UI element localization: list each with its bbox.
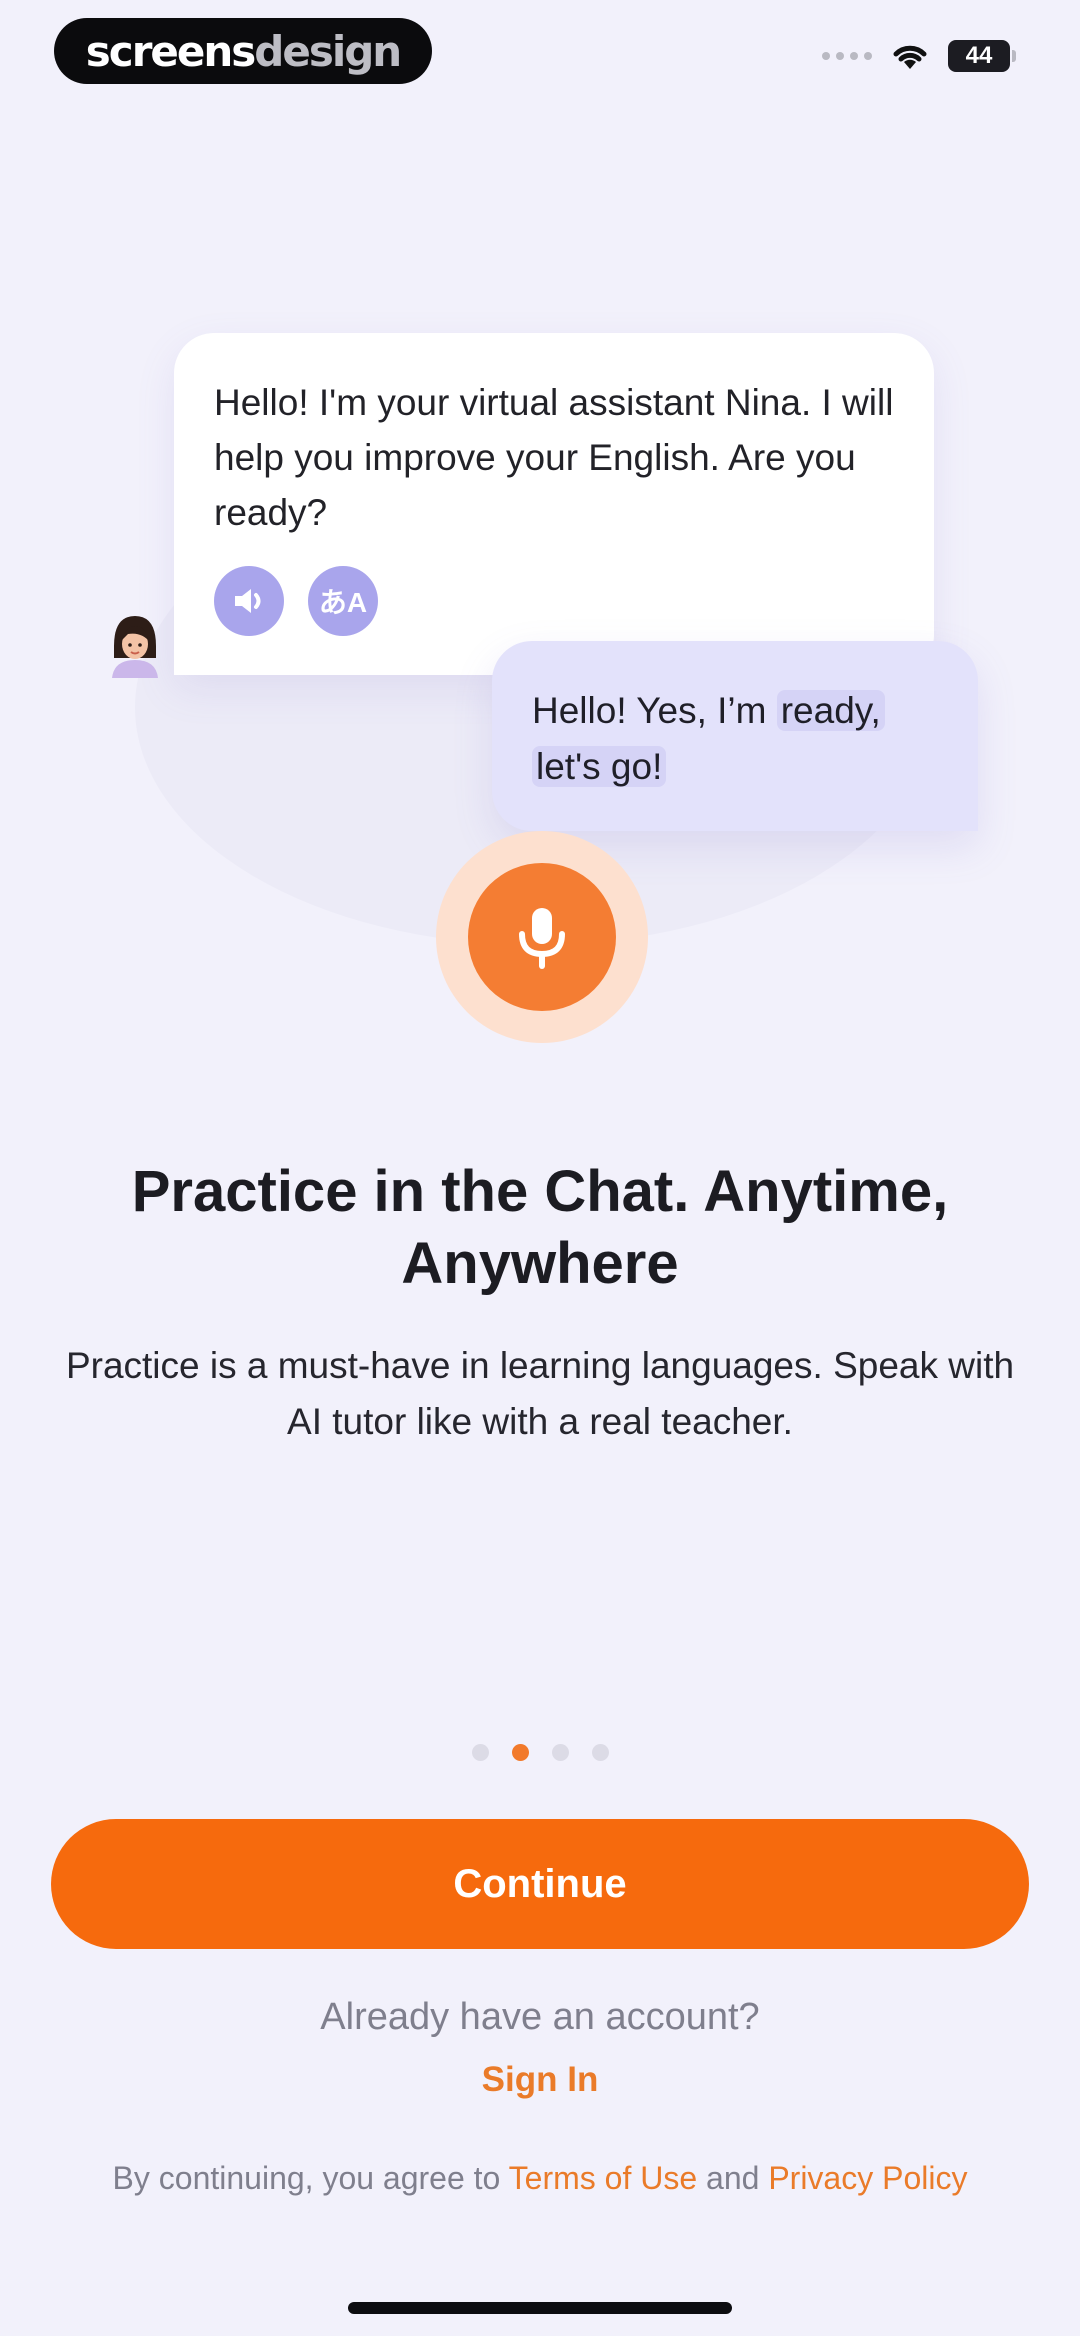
battery-level: 44	[965, 42, 993, 69]
microphone-icon	[519, 908, 565, 969]
page-dot-2-active[interactable]	[511, 1744, 529, 1761]
user-message-bubble: Hello! Yes, I’m ready, let's go!	[492, 641, 978, 831]
watermark-dim: design	[254, 26, 402, 76]
assistant-message-bubble: Hello! I'm your virtual assistant Nina. …	[174, 333, 934, 675]
assistant-message-actions: あA	[214, 566, 894, 636]
user-message-text: Hello! Yes, I’m ready, let's go!	[532, 683, 948, 795]
page-title: Practice in the Chat. Anytime, Anywhere	[131, 1159, 949, 1296]
page-dot-1[interactable]	[471, 1744, 489, 1761]
screensdesign-watermark: screens design	[54, 18, 432, 84]
page-dot-4[interactable]	[591, 1744, 609, 1761]
speaker-icon	[235, 589, 261, 613]
account-question: Already have an account?	[320, 1996, 760, 2038]
user-message-start: Hello! Yes, I’m	[532, 690, 777, 731]
continue-button[interactable]: Continue	[51, 1819, 1029, 1949]
signal-dots-icon	[822, 52, 872, 60]
status-bar-right: 44	[822, 40, 1016, 72]
microphone-button[interactable]	[468, 863, 616, 1011]
assistant-avatar	[112, 616, 158, 678]
highlighted-word: ready,	[776, 690, 885, 731]
page-subtitle: Practice is a must-have in learning lang…	[65, 1345, 1015, 1442]
wifi-icon	[893, 45, 927, 69]
terms-of-use-link[interactable]: Terms of Use	[509, 2160, 697, 2196]
translate-icon: あA	[318, 587, 368, 618]
privacy-policy-link[interactable]: Privacy Policy	[768, 2160, 967, 2196]
battery-icon: 44	[948, 40, 1016, 72]
page-dot-3[interactable]	[551, 1744, 569, 1761]
assistant-message-text: Hello! I'm your virtual assistant Nina. …	[214, 382, 894, 533]
legal-and: and	[697, 2160, 769, 2196]
highlighted-phrase: let's go!	[532, 746, 667, 787]
microphone-halo	[436, 831, 648, 1043]
legal-prefix: By continuing, you agree to	[112, 2160, 509, 2196]
sign-in-link[interactable]: Sign In	[0, 2060, 1080, 2100]
translate-button[interactable]: あA	[308, 566, 378, 636]
speaker-button[interactable]	[214, 566, 284, 636]
legal-notice: By continuing, you agree to Terms of Use…	[0, 2160, 1080, 2197]
home-indicator[interactable]	[348, 2302, 732, 2314]
watermark-main: screens	[85, 26, 256, 76]
page-indicator	[0, 1744, 1080, 1761]
